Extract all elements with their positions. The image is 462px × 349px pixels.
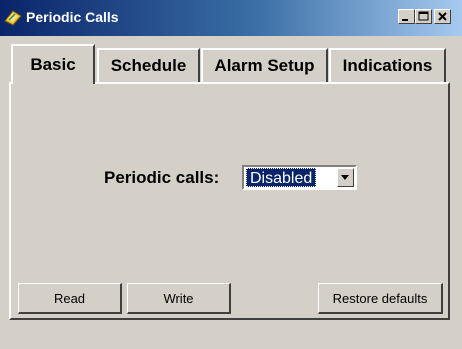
tab-label: Indications <box>342 56 433 75</box>
periodic-calls-select[interactable]: Disabled <box>242 165 357 190</box>
title-bar[interactable]: Periodic Calls <box>0 0 462 36</box>
restore-defaults-button[interactable]: Restore defaults <box>318 283 443 314</box>
tab-schedule[interactable]: Schedule <box>97 48 200 82</box>
minimize-icon[interactable] <box>398 9 415 24</box>
tab-indications[interactable]: Indications <box>329 48 446 82</box>
tab-alarm-setup[interactable]: Alarm Setup <box>201 48 328 82</box>
chevron-down-icon[interactable] <box>337 168 354 187</box>
app-icon <box>3 7 23 27</box>
close-icon[interactable] <box>434 9 451 24</box>
tab-label: Basic <box>30 55 76 74</box>
read-button-label: Read <box>53 290 86 306</box>
restore-defaults-label: Restore defaults <box>332 290 428 306</box>
tab-label: Alarm Setup <box>214 56 315 75</box>
tab-basic[interactable]: Basic <box>11 44 95 84</box>
read-button[interactable]: Read <box>18 283 122 314</box>
write-button[interactable]: Write <box>127 283 231 314</box>
tab-label: Schedule <box>110 56 187 75</box>
periodic-calls-label: Periodic calls: <box>104 168 220 187</box>
window-title: Periodic Calls <box>26 9 119 25</box>
write-button-label: Write <box>163 290 194 306</box>
select-value: Disabled <box>246 168 317 187</box>
maximize-icon[interactable] <box>415 9 432 24</box>
